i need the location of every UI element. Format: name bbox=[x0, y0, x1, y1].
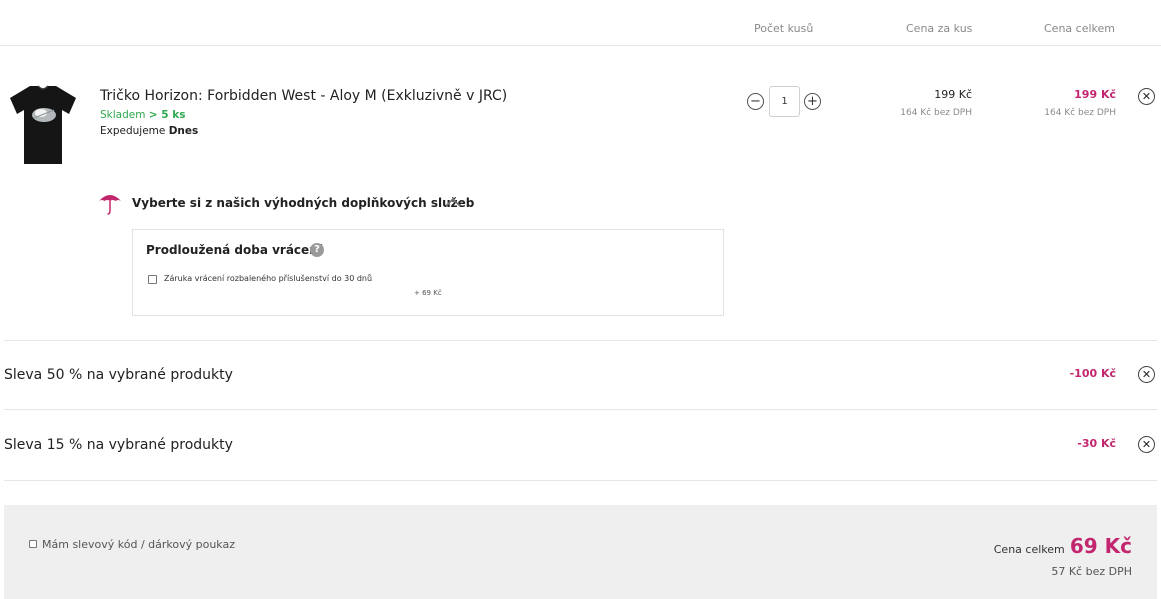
quantity-input[interactable] bbox=[769, 86, 800, 117]
discount-label: Sleva 50 % na vybrané produkty bbox=[4, 367, 233, 383]
remove-discount-button[interactable]: ✕ bbox=[1138, 366, 1155, 383]
service-option-label[interactable]: Záruka vrácení rozbaleného příslušenství… bbox=[164, 274, 372, 283]
quantity-decrease-button[interactable]: − bbox=[747, 93, 764, 110]
unit-price-net: 164 Kč bez DPH bbox=[900, 108, 972, 118]
stock-status: Skladem > 5 ks bbox=[100, 109, 185, 121]
discount-label: Sleva 15 % na vybrané produkty bbox=[4, 437, 233, 453]
services-title[interactable]: Vyberte si z našich výhodných doplňkovýc… bbox=[132, 196, 474, 210]
total-price-net: 164 Kč bez DPH bbox=[1044, 108, 1116, 118]
coupon-label[interactable]: Mám slevový kód / dárkový poukaz bbox=[42, 538, 235, 551]
remove-product-button[interactable]: ✕ bbox=[1138, 88, 1155, 105]
cart-total-value: 69 Kč bbox=[1069, 534, 1132, 558]
shipping-info: Expedujeme Dnes bbox=[100, 125, 198, 137]
service-option-price: + 69 Kč bbox=[414, 289, 442, 297]
shipping-value: Dnes bbox=[168, 125, 199, 137]
shipping-label: Expedujeme bbox=[100, 125, 166, 137]
cart-total-net: 57 Kč bez DPH bbox=[1051, 565, 1132, 578]
service-checkbox[interactable] bbox=[148, 275, 157, 284]
stock-label: Skladem bbox=[100, 109, 146, 121]
cart-total: Cena celkem 69 Kč bbox=[994, 534, 1132, 558]
divider bbox=[4, 409, 1157, 410]
column-header-unit-price: Cena za kus bbox=[906, 22, 973, 35]
coupon-checkbox[interactable] bbox=[29, 540, 37, 548]
product-name[interactable]: Tričko Horizon: Forbidden West - Aloy M … bbox=[100, 88, 507, 104]
umbrella-icon bbox=[99, 195, 121, 215]
divider bbox=[4, 340, 1157, 341]
help-icon[interactable]: ? bbox=[310, 243, 324, 257]
quantity-increase-button[interactable]: + bbox=[804, 93, 821, 110]
cart-summary bbox=[4, 505, 1157, 599]
total-price: 199 Kč bbox=[1074, 88, 1116, 101]
stock-value: > 5 ks bbox=[148, 109, 186, 121]
header-divider bbox=[0, 45, 1161, 46]
unit-price: 199 Kč bbox=[934, 88, 972, 101]
discount-value: -100 Kč bbox=[1069, 367, 1116, 380]
discount-value: -30 Kč bbox=[1077, 437, 1116, 450]
column-header-quantity: Počet kusů bbox=[754, 22, 814, 35]
service-title: Prodloužená doba vrácení bbox=[146, 243, 322, 257]
close-icon: ✕ bbox=[1141, 90, 1152, 103]
divider bbox=[4, 480, 1157, 481]
chevron-up-icon[interactable] bbox=[444, 196, 462, 208]
close-icon: ✕ bbox=[1141, 438, 1152, 451]
remove-discount-button[interactable]: ✕ bbox=[1138, 436, 1155, 453]
column-header-total-price: Cena celkem bbox=[1044, 22, 1115, 35]
product-image[interactable] bbox=[8, 82, 78, 166]
cart-total-label: Cena celkem bbox=[993, 543, 1065, 556]
close-icon: ✕ bbox=[1141, 368, 1152, 381]
